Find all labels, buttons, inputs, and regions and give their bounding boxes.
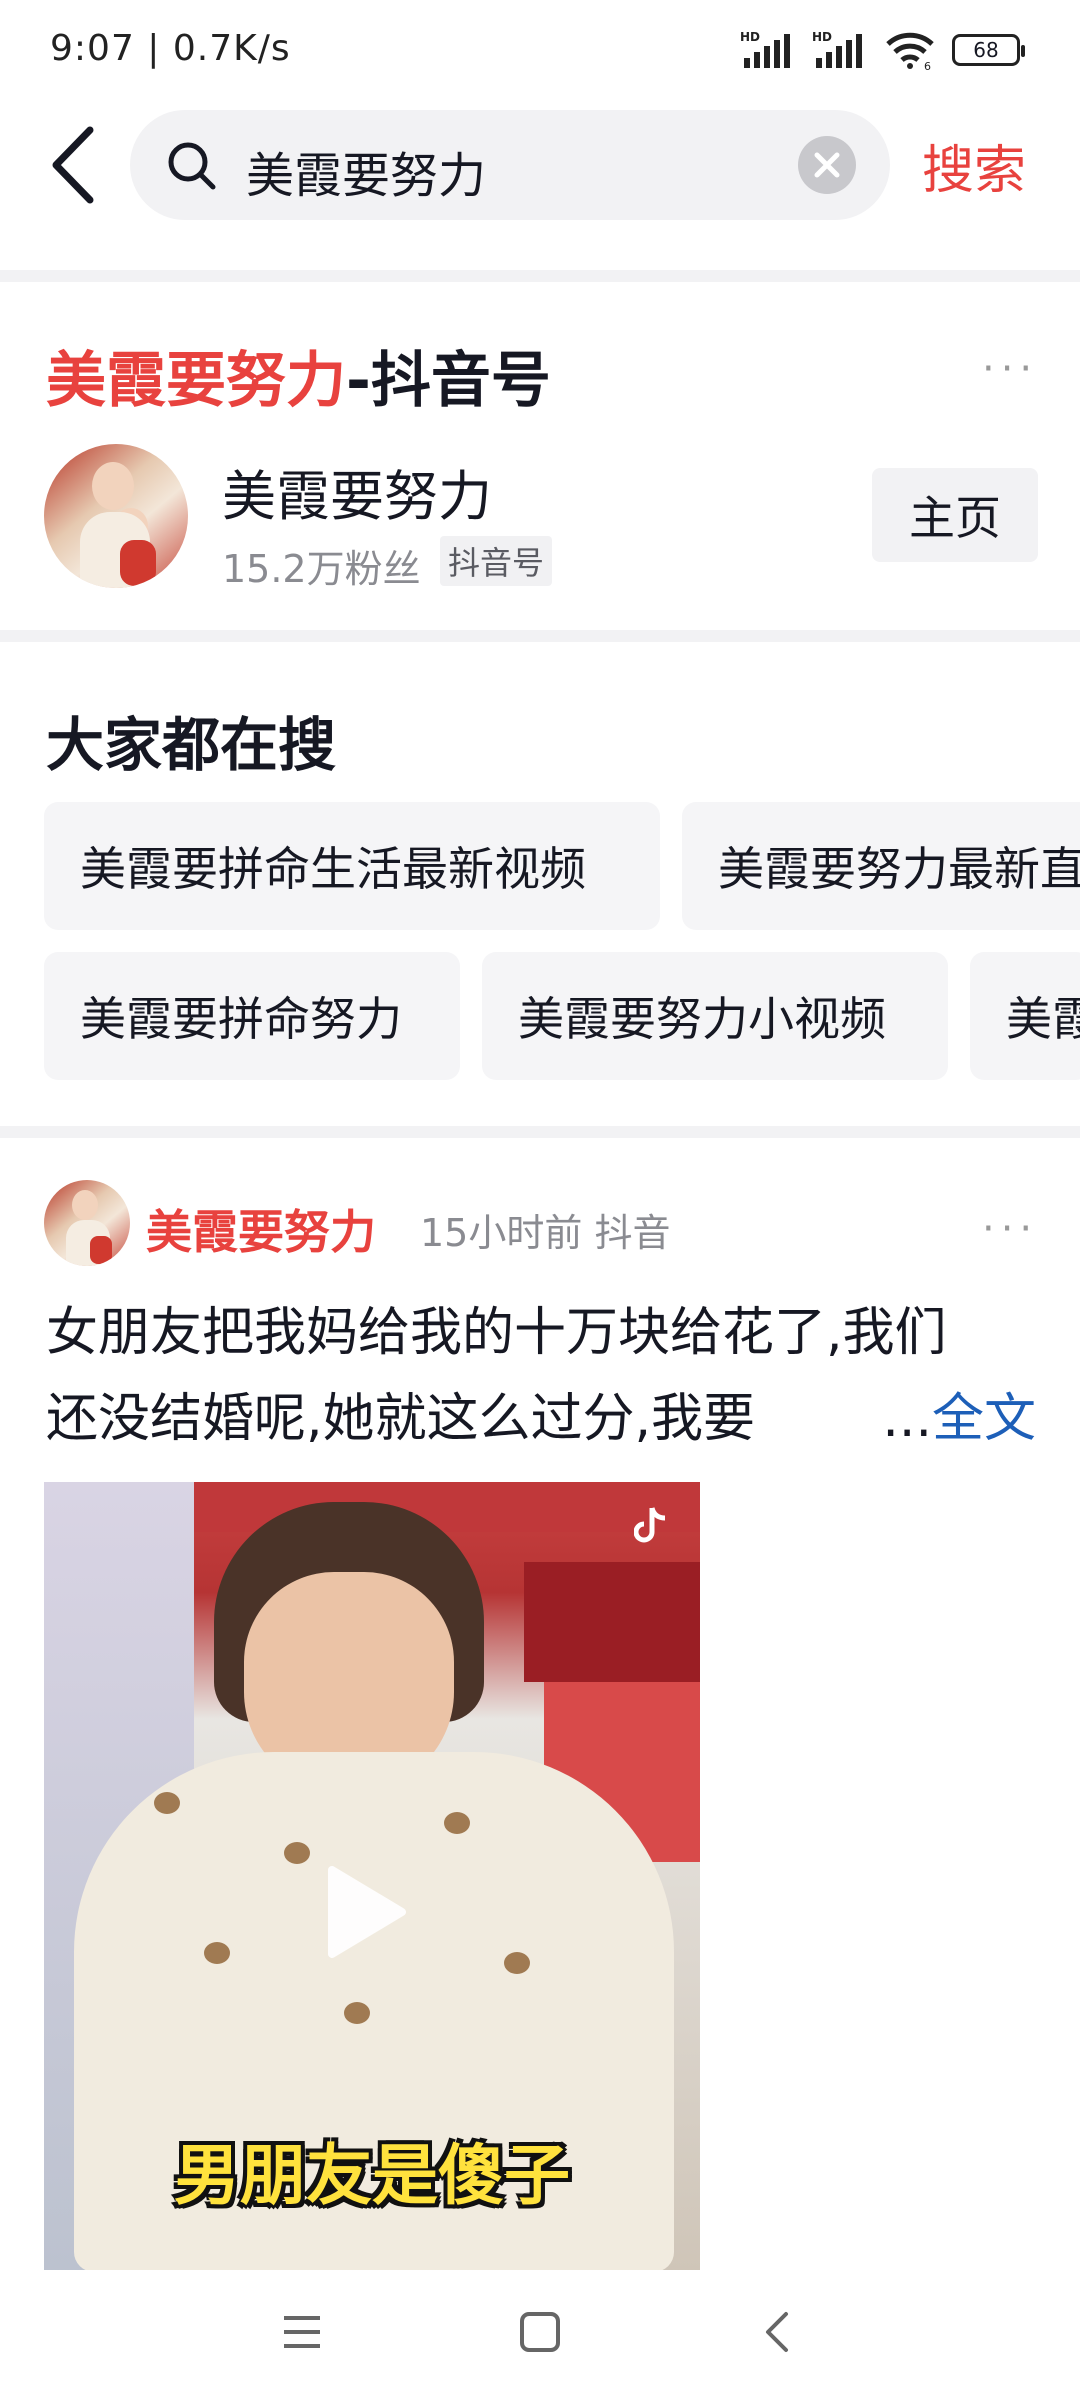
post-text-line-2: 还没结婚呢,她就这么过分,我要 [46, 1389, 756, 1449]
account-title-suffix: -抖音号 [346, 346, 551, 416]
suggestion-chip[interactable]: 美霞要拼命努力 [44, 952, 460, 1080]
search-query: 美霞要努力 [246, 148, 487, 204]
post-text-line-1: 女朋友把我妈给我的十万块给花了,我们 [46, 1303, 947, 1363]
account-result-title[interactable]: 美霞要努力-抖音号 [46, 332, 551, 419]
suggestion-chip[interactable]: 美霞要努力小视频 [482, 952, 948, 1080]
post-time: 15小时前 [420, 1211, 583, 1255]
clear-icon[interactable] [796, 134, 858, 196]
battery-icon: 68 [952, 34, 1025, 66]
back-icon[interactable] [48, 120, 108, 210]
suggestion-chip[interactable]: 美霞 [970, 952, 1080, 1080]
more-icon[interactable]: ··· [982, 346, 1038, 392]
divider [0, 1126, 1080, 1138]
signal-icon-2: HD [812, 30, 862, 68]
divider [0, 630, 1080, 642]
account-tag: 抖音号 [440, 536, 553, 586]
account-name[interactable]: 美霞要努力 [222, 452, 492, 531]
tiktok-icon [634, 1507, 666, 1543]
post-source: 抖音 [594, 1211, 671, 1255]
post-author-avatar[interactable] [44, 1180, 130, 1266]
avatar[interactable] [44, 444, 188, 588]
post-author-name[interactable]: 美霞要努力 [146, 1196, 376, 1262]
post-more-icon[interactable]: ··· [982, 1206, 1038, 1252]
status-time-speed: 9:07 | 0.7K/s [50, 28, 291, 69]
search-input[interactable]: 美霞要努力 [130, 110, 890, 220]
status-bar: 9:07 | 0.7K/s HD HD 6 68 [0, 0, 1080, 100]
divider [0, 270, 1080, 282]
account-title-highlight: 美霞要努力 [46, 346, 346, 416]
back-nav-icon[interactable] [756, 2310, 800, 2354]
svg-text:6: 6 [924, 60, 931, 70]
search-icon [168, 142, 216, 190]
status-icons: HD HD 6 68 [740, 30, 1025, 70]
suggestion-chip[interactable]: 美霞要拼命生活最新视频 [44, 802, 660, 930]
search-button[interactable]: 搜索 [922, 128, 1026, 203]
video-thumbnail[interactable]: 男朋友是傻子 [44, 1482, 700, 2272]
suggestion-chip[interactable]: 美霞要努力最新直 [682, 802, 1080, 930]
home-button[interactable]: 主页 [872, 468, 1038, 562]
video-caption: 男朋友是傻子 [174, 2137, 570, 2214]
hd-label-1: HD [740, 30, 760, 44]
system-nav-bar [0, 2270, 1080, 2400]
menu-icon[interactable] [280, 2310, 324, 2354]
full-text-link[interactable]: 全文 [932, 1389, 1036, 1449]
battery-level: 68 [973, 38, 999, 62]
signal-icon: HD [740, 30, 790, 68]
svg-text:HD: HD [812, 30, 832, 44]
play-icon[interactable] [322, 1862, 412, 1962]
wifi-icon: 6 [886, 32, 934, 70]
everyone-search-title: 大家都在搜 [46, 711, 337, 779]
post-meta: 15小时前 抖音 [420, 1202, 670, 1257]
home-icon[interactable] [518, 2310, 562, 2354]
post-ellipsis: ... [882, 1389, 932, 1449]
post-text[interactable]: 女朋友把我妈给我的十万块给花了,我们 还没结婚呢,她就这么过分,我要 ...全文 [46, 1290, 1036, 1462]
account-fans: 15.2万粉丝 [222, 547, 421, 591]
